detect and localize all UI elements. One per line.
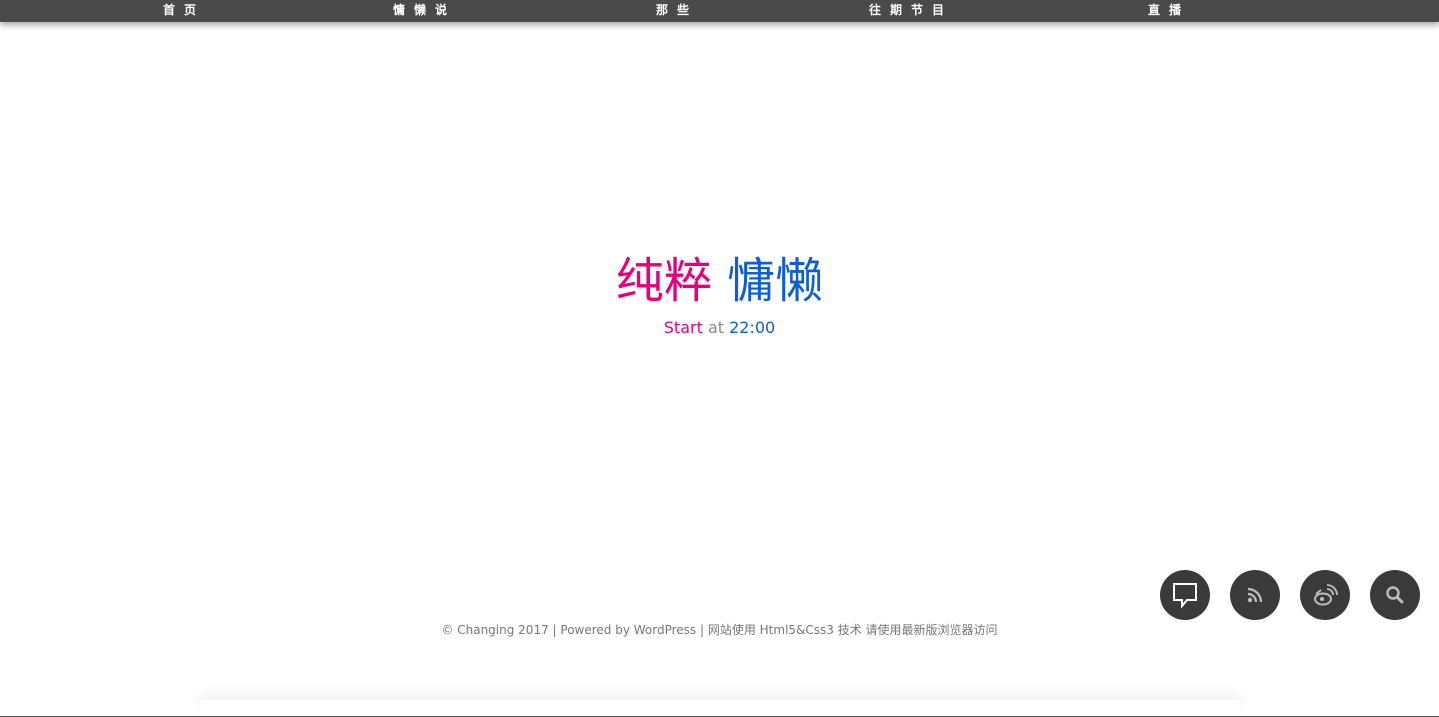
comment-icon (1173, 583, 1197, 609)
at-label: at (707, 318, 725, 337)
footer-copyright: © Changing 2017 | Powered by WordPress |… (441, 623, 998, 637)
start-time-line: Start at 22:00 (0, 318, 1439, 338)
weibo-button[interactable] (1300, 570, 1350, 620)
title-lazy: 慵懒 (727, 253, 824, 309)
rss-icon (1247, 587, 1263, 603)
nav-item-home[interactable]: 首页 (163, 0, 205, 22)
nav-item-those[interactable]: 那些 (656, 0, 698, 22)
search-button[interactable] (1370, 570, 1420, 620)
nav-item-lazy-talk[interactable]: 慵懒说 (393, 0, 456, 22)
title-pure: 纯粹 (615, 253, 712, 309)
nav-item-past-episodes[interactable]: 往期节目 (869, 0, 953, 22)
top-navigation-bar: 首页 慵懒说 那些 往期节目 直播 (0, 0, 1439, 22)
bottom-shadow-decoration (200, 700, 1240, 717)
nav-item-live[interactable]: 直播 (1148, 0, 1190, 22)
search-icon (1386, 586, 1404, 604)
weibo-icon (1314, 584, 1338, 606)
hero-section: 纯粹 慵懒 Start at 22:00 (0, 250, 1439, 338)
comment-button[interactable] (1160, 570, 1210, 620)
start-label: Start (663, 318, 703, 337)
start-time: 22:00 (729, 318, 776, 337)
rss-button[interactable] (1230, 570, 1280, 620)
site-title: 纯粹 慵懒 (0, 250, 1439, 312)
